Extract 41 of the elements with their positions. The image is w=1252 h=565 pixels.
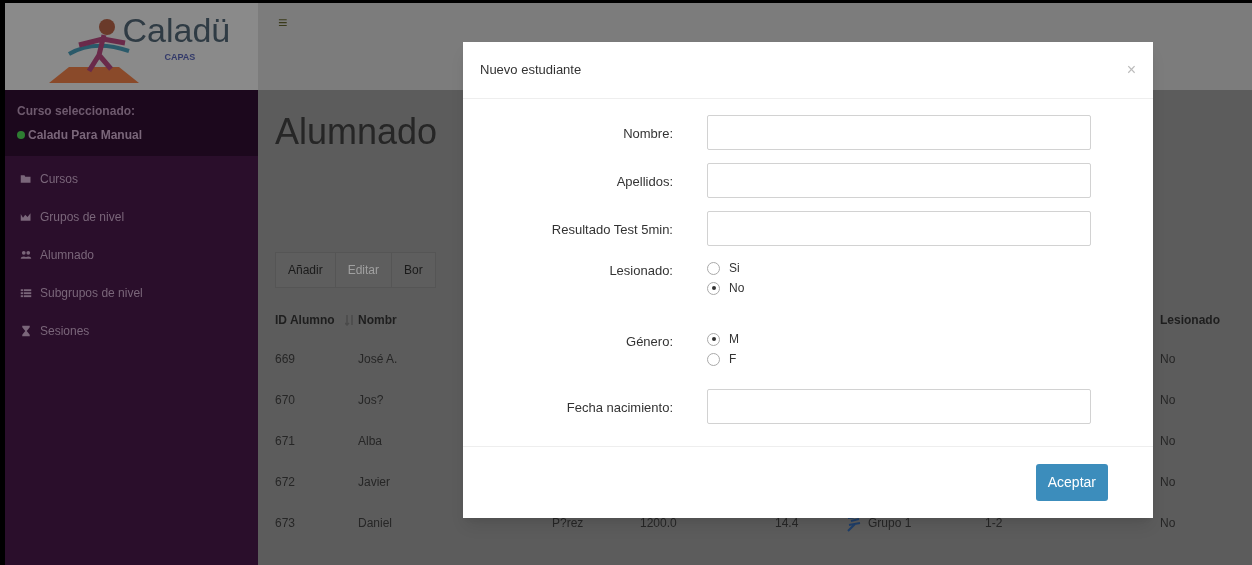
input-field[interactable] [707, 115, 1091, 150]
accept-button[interactable]: Aceptar [1035, 464, 1108, 501]
sidebar-item[interactable]: Subgrupos de nivel [5, 274, 258, 312]
input-field[interactable] [707, 211, 1091, 246]
radio-label: No [729, 280, 745, 297]
folder-icon [20, 173, 32, 185]
hourglass-icon [20, 325, 32, 337]
field-label: Género: [625, 333, 673, 351]
menu-button[interactable]: ≡ [278, 15, 288, 31]
sidebar-item[interactable]: Sesiones [5, 312, 258, 350]
radio-label: F [729, 351, 737, 368]
column-header[interactable]: Nombr [358, 311, 397, 329]
field-label: Fecha nacimiento: [565, 399, 673, 417]
field-label: Nombre: [622, 125, 673, 143]
radio-button[interactable] [707, 281, 720, 295]
toolbar-button[interactable]: Bor [391, 252, 436, 288]
input-field[interactable] [707, 389, 1091, 424]
modal-title: Nuevo estudiante [480, 61, 582, 80]
radio-button[interactable] [707, 332, 720, 346]
column-header[interactable]: Lesionado [1160, 311, 1220, 329]
column-header[interactable]: ID Alumno [275, 311, 335, 329]
course-name: Caladu Para Manual [28, 127, 143, 144]
radio-button[interactable] [707, 261, 720, 275]
radio-label: Si [729, 260, 740, 277]
sidebar-item[interactable]: Grupos de nivel [5, 198, 258, 236]
input-field[interactable] [707, 163, 1091, 198]
sidebar-item[interactable]: Cursos [5, 160, 258, 198]
field-label: Lesionado: [608, 262, 673, 280]
close-button[interactable]: × [1126, 62, 1136, 78]
list-icon [20, 287, 32, 299]
radio-label: M [729, 331, 739, 348]
field-label: Resultado Test 5min: [550, 221, 673, 239]
toolbar-button[interactable]: Añadir [275, 252, 336, 288]
logo-subtitle: CAPAS [164, 50, 196, 64]
field-label: Apellidos: [615, 173, 673, 191]
logo-text: Caladü [122, 12, 231, 47]
radio-button[interactable] [707, 352, 720, 366]
chart-icon [20, 211, 32, 223]
users-icon [20, 249, 32, 261]
course-label: Curso seleccionado: [17, 103, 137, 120]
sidebar-item[interactable]: Alumnado [5, 236, 258, 274]
